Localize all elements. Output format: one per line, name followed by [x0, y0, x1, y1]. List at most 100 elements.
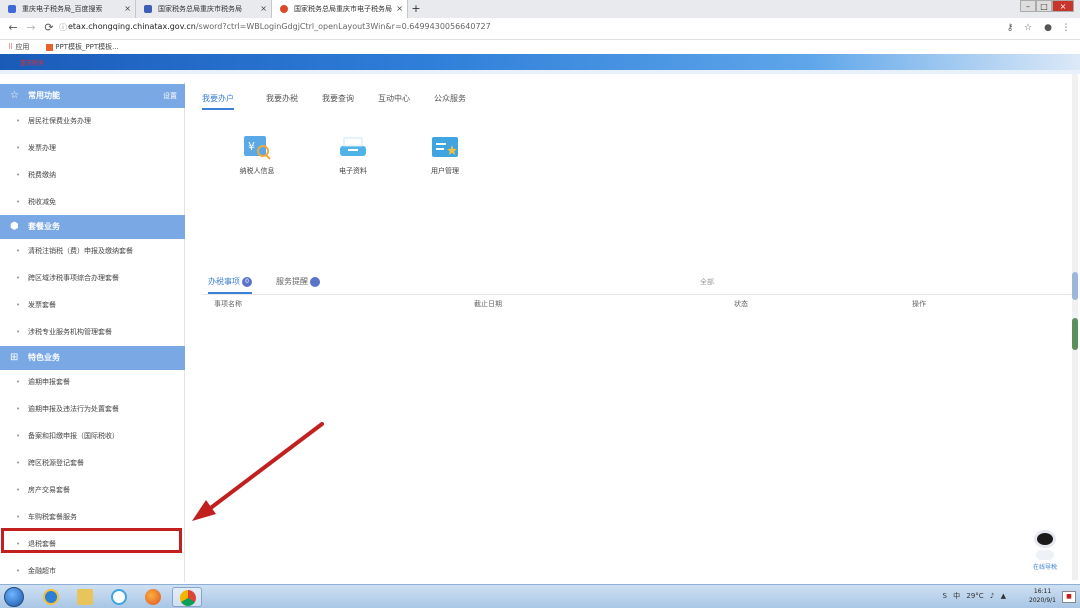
close-tab-icon[interactable]: ×: [396, 0, 403, 18]
sidebar-item-tax-relief[interactable]: • 税收减免: [0, 191, 185, 213]
chrome-icon[interactable]: [172, 587, 202, 607]
sidebar-item-label: 跨区域涉税事项综合办理套餐: [28, 274, 119, 282]
help-robot[interactable]: 在线导税: [1028, 530, 1062, 576]
settings-link[interactable]: 设置: [163, 84, 177, 108]
url-path: /sword?ctrl=WBLoginGdgjCtrl_openLayout3W…: [195, 22, 491, 31]
tray-volume-icon[interactable]: ♪: [990, 592, 994, 600]
taskbar-clock[interactable]: 16:11 2020/9/1: [1029, 587, 1056, 605]
column-header-status: 状态: [734, 300, 748, 308]
close-tab-icon[interactable]: ×: [124, 0, 131, 18]
sidebar-item-overdue-filing[interactable]: • 逾期申报套餐: [0, 371, 185, 393]
feature-user-management[interactable]: 用户管理: [410, 134, 480, 176]
new-tab-button[interactable]: +: [408, 0, 424, 18]
bookmarks-bar: ⠿ 应用 PPT模板_PPT模板...: [0, 40, 1080, 54]
section-title: 常用功能: [28, 91, 60, 100]
close-tab-icon[interactable]: ×: [260, 0, 267, 18]
bullet-icon: •: [16, 486, 21, 494]
scrollbar-thumb[interactable]: [1072, 272, 1078, 300]
sidebar-item-social-security[interactable]: • 居民社保费业务办理: [0, 110, 185, 132]
bullet-icon: •: [16, 567, 21, 575]
sidebar-item-property-transaction[interactable]: • 房产交易套餐: [0, 479, 185, 501]
notification-icon[interactable]: ■: [1062, 591, 1076, 603]
sidebar-item-label: 涉税专业服务机构管理套餐: [28, 328, 112, 336]
sidebar-item-invoice-package[interactable]: • 发票套餐: [0, 294, 185, 316]
bullet-icon: •: [16, 171, 21, 179]
robot-icon: [1034, 530, 1056, 548]
tray-expand-icon[interactable]: ▲: [1001, 592, 1006, 600]
apps-bookmark[interactable]: ⠿ 应用: [8, 42, 29, 52]
sidebar-section-common[interactable]: ☆ 常用功能 设置: [0, 84, 185, 108]
highlight-box: [1, 528, 182, 553]
divider: [202, 294, 1072, 295]
back-icon[interactable]: ←: [6, 21, 20, 35]
tab-tasks[interactable]: 办税事项 0: [208, 274, 252, 294]
page-scrollbar[interactable]: [1072, 74, 1078, 580]
count-badge: [310, 276, 320, 287]
bullet-icon: •: [16, 247, 21, 255]
sidebar-item-cross-region[interactable]: • 跨区域涉税事项综合办理套餐: [0, 267, 185, 289]
more-link[interactable]: 全部: [700, 274, 714, 290]
feature-e-documents[interactable]: 电子资料: [318, 134, 388, 176]
minimize-button[interactable]: –: [1020, 0, 1036, 12]
clock-time: 16:11: [1033, 588, 1052, 595]
sidebar-section-special[interactable]: ⊞ 特色业务: [0, 346, 185, 370]
tab-tax-handling[interactable]: 我要办税: [266, 90, 298, 108]
tab-interaction[interactable]: 互动中心: [378, 90, 410, 108]
feature-label: 纳税人信息: [239, 167, 275, 175]
firefox-icon[interactable]: [138, 587, 168, 607]
sidebar-item-overdue-violation[interactable]: • 逾期申报及违法行为处置套餐: [0, 398, 185, 420]
baidu-netdisk-icon[interactable]: [104, 587, 134, 607]
sidebar-item-invoice[interactable]: • 发票办理: [0, 137, 185, 159]
address-bar-row: ← → ⟳ ⓘ etax.chongqing.chinatax.gov.cn/s…: [0, 18, 1080, 40]
sidebar-item-label: 居民社保费业务办理: [28, 117, 91, 125]
sidebar-item-label: 税费缴纳: [28, 171, 56, 179]
sidebar-item-international-tax[interactable]: • 备案和扣缴申报（国际税收）: [0, 425, 185, 447]
sidebar-item-agency[interactable]: • 涉税专业服务机构管理套餐: [0, 321, 185, 343]
tax-site-icon: [144, 5, 152, 13]
browser-tab-3[interactable]: 国家税务总局重庆市电子税务局 ×: [272, 0, 408, 18]
forward-icon[interactable]: →: [24, 21, 38, 35]
address-input[interactable]: etax.chongqing.chinatax.gov.cn/sword?ctr…: [68, 22, 491, 31]
sidebar-item-label: 税收减免: [28, 198, 56, 206]
profile-icon[interactable]: ●: [1042, 22, 1054, 34]
bullet-icon: •: [16, 513, 21, 521]
tab-service-reminders[interactable]: 服务提醒: [276, 274, 320, 290]
bullet-icon: •: [16, 328, 21, 336]
sidebar-item-tax-source-registration[interactable]: • 跨区税源登记套餐: [0, 452, 185, 474]
column-header-deadline: 截止日期: [474, 300, 502, 308]
baidu-icon: [8, 5, 16, 13]
tab-public-service[interactable]: 公众服务: [434, 90, 466, 108]
windows-start-icon[interactable]: [4, 587, 24, 607]
browser-tab-1[interactable]: 重庆电子税务局_百度搜索 ×: [0, 0, 136, 18]
star-bookmark-icon[interactable]: ☆: [1022, 22, 1034, 34]
sidebar-item-tax-payment[interactable]: • 税费缴纳: [0, 164, 185, 186]
site-logo[interactable]: 重庆税务: [20, 58, 44, 67]
tray-weather-label[interactable]: 29°C: [966, 592, 983, 600]
tab-query[interactable]: 我要查询: [322, 90, 354, 108]
sidebar-item-label: 逾期申报套餐: [28, 378, 70, 386]
ppt-bookmark[interactable]: PPT模板_PPT模板...: [46, 42, 119, 52]
sidebar-item-label: 跨区税源登记套餐: [28, 459, 84, 467]
feature-taxpayer-info[interactable]: ¥ 纳税人信息: [222, 134, 292, 176]
sidebar-item-vehicle-tax[interactable]: • 车购税套餐服务: [0, 506, 185, 528]
package-icon: ⬢: [10, 221, 19, 232]
reload-icon[interactable]: ⟳: [42, 21, 56, 35]
maximize-button[interactable]: □: [1036, 0, 1052, 12]
browser-tab-2[interactable]: 国家税务总局重庆市税务局 ×: [136, 0, 272, 18]
sidebar-item-finance-market[interactable]: • 金融超市: [0, 560, 185, 582]
tab-account[interactable]: 我要办户: [202, 90, 234, 110]
scrollbar-thumb-secondary[interactable]: [1072, 318, 1078, 350]
tray-ime-icon[interactable]: 中: [953, 591, 960, 601]
sidebar-item-deregistration[interactable]: • 清税注销税（费）申报及缴纳套餐: [0, 240, 185, 262]
bullet-icon: •: [16, 459, 21, 467]
ie-icon[interactable]: [36, 587, 66, 607]
key-icon[interactable]: ⚷: [1004, 22, 1016, 34]
close-window-button[interactable]: ×: [1052, 0, 1074, 12]
menu-icon[interactable]: ⋮: [1060, 22, 1072, 34]
tray-sogou-icon[interactable]: S: [942, 592, 946, 600]
sidebar-item-label: 车购税套餐服务: [28, 513, 77, 521]
column-header-action: 操作: [912, 300, 926, 308]
sidebar-section-package[interactable]: ⬢ 套餐业务: [0, 215, 185, 239]
tax-emblem-icon: [280, 5, 288, 13]
folder-icon[interactable]: [70, 587, 100, 607]
